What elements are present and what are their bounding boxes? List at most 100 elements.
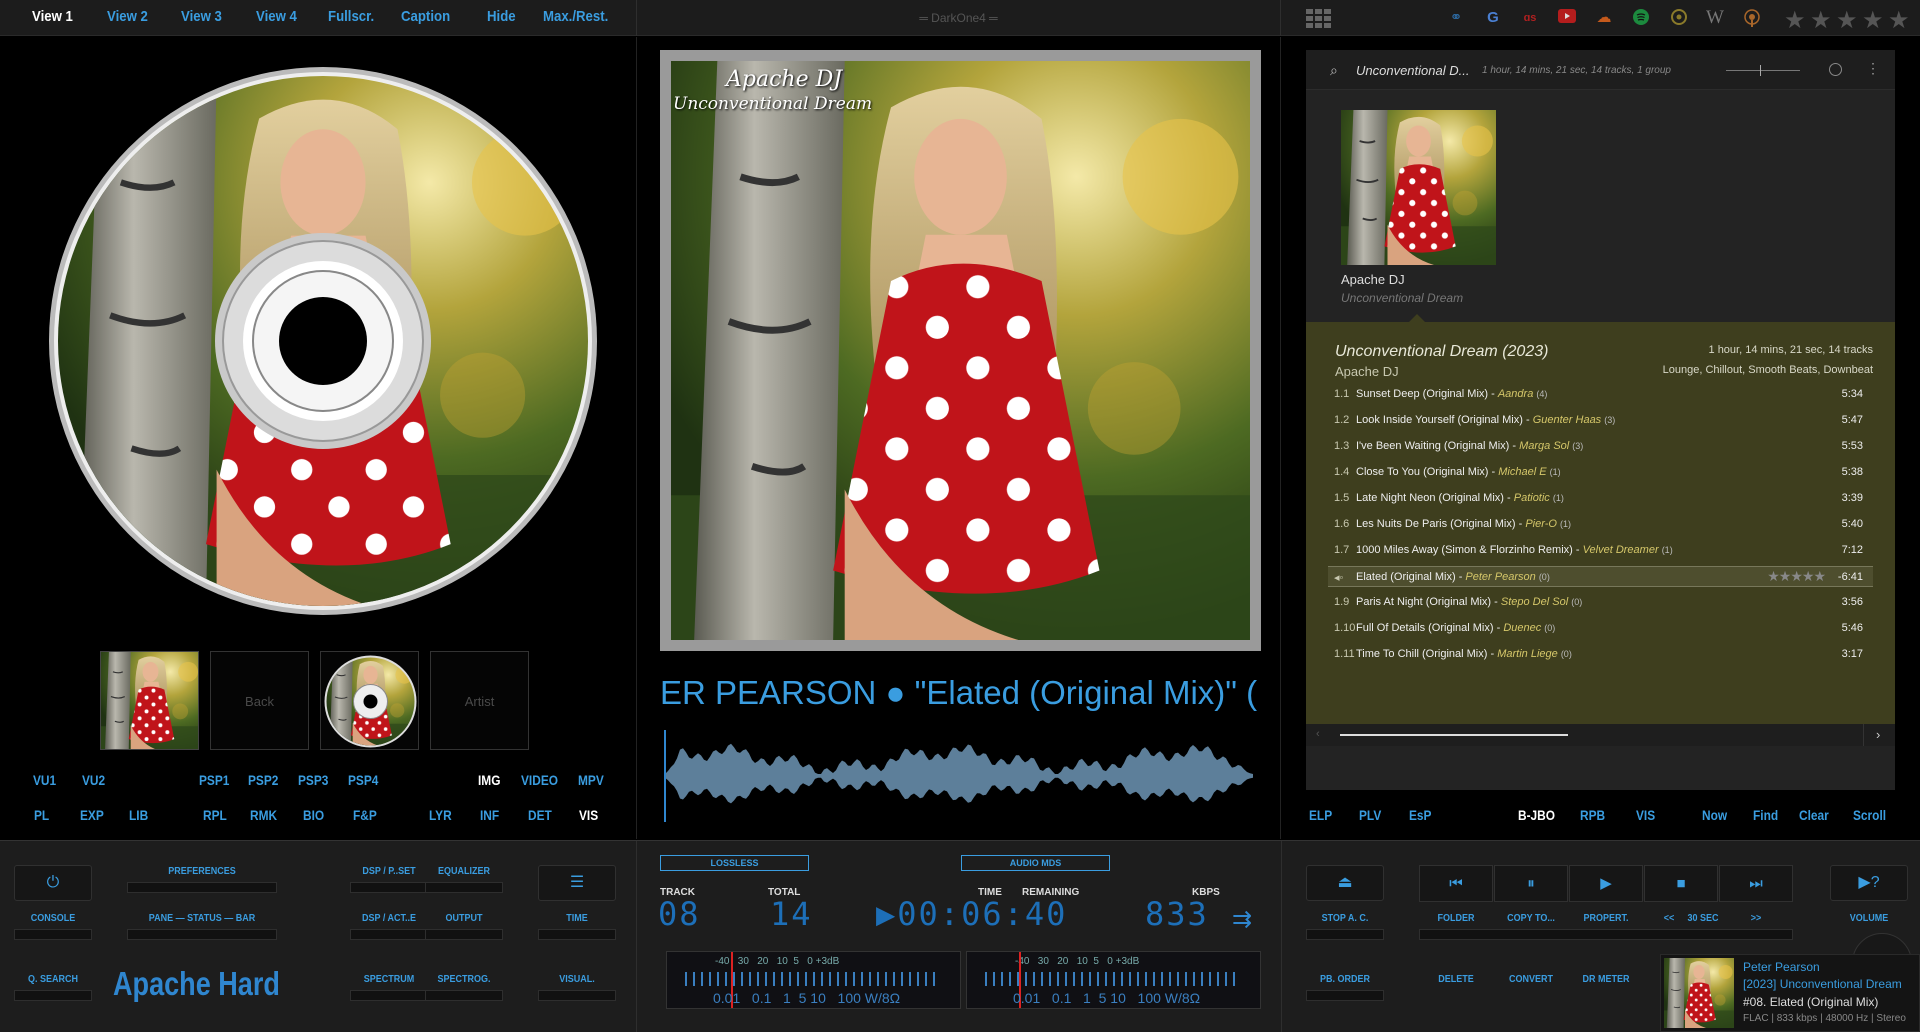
view-3-button[interactable]: View 3 xyxy=(181,8,222,25)
horizontal-scrollbar[interactable]: ‹ › xyxy=(1306,724,1895,746)
next-button[interactable]: ⏭ xyxy=(1719,865,1793,902)
lib-button[interactable]: LIB xyxy=(129,807,148,823)
track-row[interactable]: 1.9 Paris At Night (Original Mix) - Stepo… xyxy=(1328,592,1873,613)
actions-slot[interactable] xyxy=(1419,929,1793,940)
stop-after-current-slot[interactable] xyxy=(1306,929,1384,940)
scroll-left-icon[interactable]: ‹ xyxy=(1316,728,1320,740)
scroll-right-icon[interactable]: › xyxy=(1876,727,1880,742)
podcast-icon[interactable] xyxy=(1743,9,1761,27)
mpv-button[interactable]: MPV xyxy=(578,772,604,788)
power-button[interactable]: ⏻ xyxy=(14,865,92,901)
view-4-button[interactable]: View 4 xyxy=(256,8,297,25)
quick-search-label[interactable]: Q. SEARCH xyxy=(18,974,88,985)
track-row[interactable]: 1.3 I've Been Waiting (Original Mix) - Ma… xyxy=(1328,436,1873,457)
plv-button[interactable]: PLV xyxy=(1359,807,1381,823)
track-row[interactable]: 1.6 Les Nuits De Paris (Original Mix) - P… xyxy=(1328,514,1873,535)
psp3-button[interactable]: PSP3 xyxy=(298,772,328,788)
time-label[interactable]: TIME xyxy=(542,913,612,924)
visual-slot[interactable] xyxy=(538,990,616,1001)
properties-label[interactable]: PROPERT. xyxy=(1573,913,1640,924)
pause-button[interactable]: ⏸ xyxy=(1494,865,1568,902)
playlist-album-cover[interactable] xyxy=(1341,110,1496,265)
spotify-icon[interactable] xyxy=(1632,9,1650,27)
convert-label[interactable]: CONVERT xyxy=(1498,974,1565,985)
track-row[interactable]: 1.5 Late Night Neon (Original Mix) - Pati… xyxy=(1328,488,1873,509)
more-menu-icon[interactable]: ⋮ xyxy=(1866,60,1880,77)
console-label[interactable]: CONSOLE xyxy=(18,913,88,924)
help-button[interactable]: ▶? xyxy=(1830,865,1908,901)
rpl-button[interactable]: RPL xyxy=(203,807,227,823)
waveform-seekbar[interactable] xyxy=(660,728,1260,824)
track-row-playing[interactable]: ◂◦ Elated (Original Mix) - Peter Pearson … xyxy=(1328,566,1873,587)
img-button[interactable]: IMG xyxy=(478,772,500,788)
copy-to-label[interactable]: COPY TO... xyxy=(1498,913,1565,924)
now-playing-card[interactable]: Peter Pearson [2023] Unconventional Drea… xyxy=(1660,954,1920,1032)
grid-menu-icon[interactable] xyxy=(1306,9,1332,28)
track-row[interactable]: 1.1 Sunset Deep (Original Mix) - Aandra (… xyxy=(1328,384,1873,405)
soundcloud-icon[interactable]: ☁ xyxy=(1595,9,1613,27)
dsp-active-slot[interactable] xyxy=(350,929,428,940)
vu1-button[interactable]: VU1 xyxy=(33,772,56,788)
rating-star-icon[interactable]: ★ xyxy=(1888,6,1910,35)
eject-button[interactable]: ⏏ xyxy=(1306,865,1384,901)
clear-button[interactable]: Clear xyxy=(1799,807,1829,823)
fullscreen-button[interactable]: Fullscr. xyxy=(328,8,374,25)
console-slot[interactable] xyxy=(14,929,92,940)
max-restore-button[interactable]: Max./Rest. xyxy=(543,8,608,25)
seek-forward-label[interactable]: >> xyxy=(1750,913,1763,924)
rating-star-icon[interactable]: ★ xyxy=(1784,6,1806,35)
pane-status-bar-slot[interactable] xyxy=(127,929,277,940)
psp2-button[interactable]: PSP2 xyxy=(248,772,278,788)
spectrum-slot[interactable] xyxy=(350,990,428,1001)
delete-label[interactable]: DELETE xyxy=(1423,974,1490,985)
time-slot[interactable] xyxy=(538,929,616,940)
dsp-preset-slot[interactable] xyxy=(350,882,428,893)
det-button[interactable]: DET xyxy=(528,807,552,823)
preferences-slot[interactable] xyxy=(127,882,277,893)
rpb-button[interactable]: RPB xyxy=(1580,807,1605,823)
volume-label[interactable]: VOLUME xyxy=(1834,913,1904,924)
swap-arrows-icon[interactable]: ⇉ xyxy=(1232,905,1252,934)
bio-button[interactable]: BIO xyxy=(303,807,324,823)
rating-star-icon[interactable]: ★ xyxy=(1862,6,1884,35)
cover-thumbnail[interactable] xyxy=(100,651,199,750)
search-icon[interactable]: ⌕ xyxy=(1330,62,1338,79)
zoom-slider[interactable] xyxy=(1726,65,1800,76)
hide-button[interactable]: Hide xyxy=(487,8,516,25)
quick-search-slot[interactable] xyxy=(14,990,92,1001)
rmk-button[interactable]: RMK xyxy=(250,807,277,823)
visual-label[interactable]: VISUAL. xyxy=(542,974,612,985)
vis-button[interactable]: VIS xyxy=(579,807,598,823)
track-row[interactable]: 1.4 Close To You (Original Mix) - Michael… xyxy=(1328,462,1873,483)
output-label[interactable]: OUTPUT xyxy=(429,913,499,924)
track-rating-stars[interactable]: ★★★★★ xyxy=(1767,568,1826,585)
inf-button[interactable]: INF xyxy=(480,807,499,823)
playback-position-cursor[interactable] xyxy=(664,730,666,822)
rating-star-icon[interactable]: ★ xyxy=(1810,6,1832,35)
dsp-preset-label[interactable]: DSP / P..SET xyxy=(354,866,424,877)
previous-button[interactable]: ⏮ xyxy=(1419,865,1493,902)
fp-button[interactable]: F&P xyxy=(353,807,377,823)
track-row[interactable]: 1.7 1000 Miles Away (Simon & Florzinho Re… xyxy=(1328,540,1873,561)
pane-status-bar-label[interactable]: PANE — STATUS — BAR xyxy=(135,913,270,924)
psp1-button[interactable]: PSP1 xyxy=(199,772,229,788)
artist-thumbnail[interactable]: Artist xyxy=(430,651,529,750)
dr-meter-label[interactable]: DR METER xyxy=(1573,974,1640,985)
wikipedia-icon[interactable]: W xyxy=(1706,8,1724,27)
scroll-button[interactable]: Scroll xyxy=(1853,807,1886,823)
output-slot[interactable] xyxy=(425,929,503,940)
play-button[interactable]: ▶ xyxy=(1569,865,1643,902)
playback-order-label[interactable]: PB. ORDER xyxy=(1310,974,1380,985)
elp-button[interactable]: ELP xyxy=(1309,807,1332,823)
view-1-button[interactable]: View 1 xyxy=(32,8,73,25)
spectrum-label[interactable]: SPECTRUM xyxy=(354,974,424,985)
playlist-title[interactable]: Unconventional D... xyxy=(1356,63,1469,78)
spectrogram-slot[interactable] xyxy=(425,990,503,1001)
stop-button[interactable]: ■ xyxy=(1644,865,1718,902)
lyr-button[interactable]: LYR xyxy=(429,807,452,823)
esp-button[interactable]: EsP xyxy=(1409,807,1431,823)
dsp-active-label[interactable]: DSP / ACT..E xyxy=(354,913,424,924)
link-icon[interactable]: ⚭ xyxy=(1447,9,1465,27)
scrollbar-thumb[interactable] xyxy=(1340,734,1568,736)
track-row[interactable]: 1.2 Look Inside Yourself (Original Mix) -… xyxy=(1328,410,1873,431)
